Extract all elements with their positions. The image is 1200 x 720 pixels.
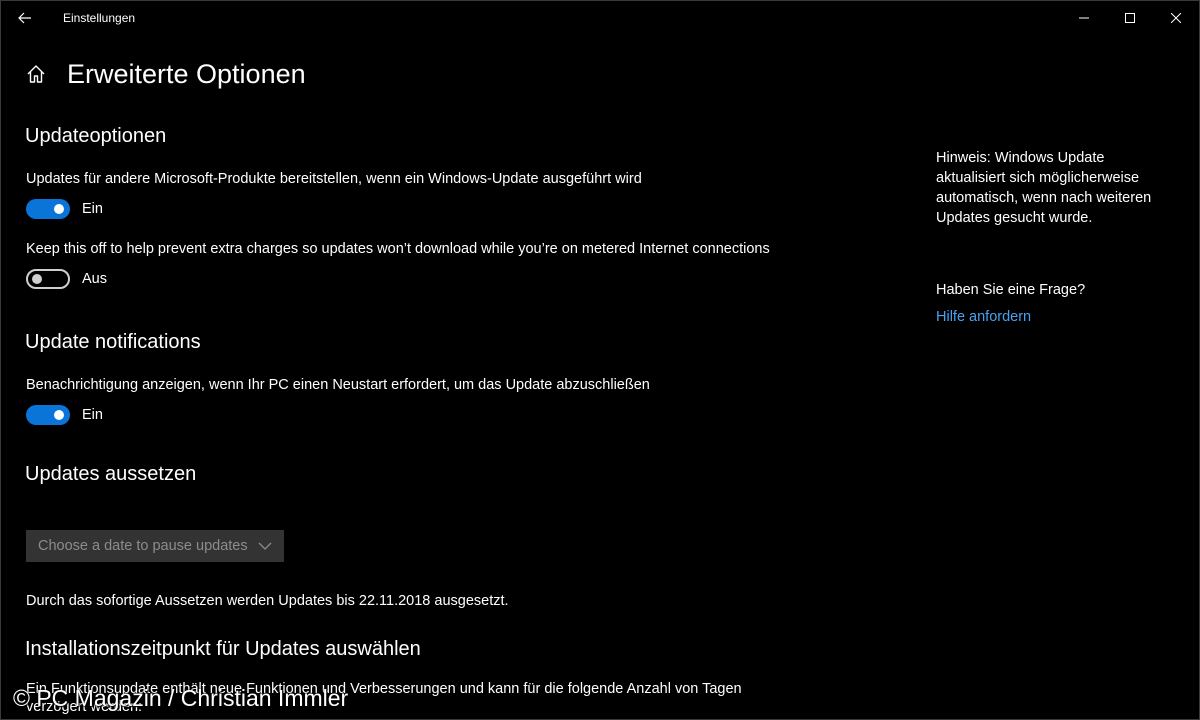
minimize-icon: [1079, 17, 1089, 19]
pause-date-dropdown[interactable]: Choose a date to pause updates: [26, 530, 284, 562]
section-heading-pause: Updates aussetzen: [25, 463, 197, 485]
section-heading-notifications: Update notifications: [25, 331, 201, 353]
title-bar: Einstellungen: [1, 1, 1199, 35]
dropdown-placeholder: Choose a date to pause updates: [38, 538, 248, 554]
toggle-state-restart-notice: Ein: [82, 407, 103, 423]
page-title: Erweiterte Optionen: [67, 59, 306, 89]
maximize-button[interactable]: [1107, 1, 1153, 35]
back-arrow-icon: [18, 12, 31, 24]
minimize-button[interactable]: [1061, 1, 1107, 35]
section-heading-install-time: Installationszeitpunkt für Updates auswä…: [25, 638, 421, 660]
help-link[interactable]: Hilfe anfordern: [936, 309, 1031, 325]
watermark: © PC Magazin / Christian Immler: [13, 685, 349, 711]
toggle-knob: [54, 204, 64, 214]
toggle-knob: [54, 410, 64, 420]
section-heading-update-options: Updateoptionen: [25, 125, 167, 147]
toggle-metered[interactable]: [26, 269, 70, 289]
toggle-state-other-products: Ein: [82, 201, 103, 217]
chevron-down-icon: [258, 542, 272, 550]
toggle-state-metered: Aus: [82, 271, 107, 287]
toggle-restart-notice[interactable]: [26, 405, 70, 425]
setting-label-other-products: Updates für andere Microsoft-Produkte be…: [26, 171, 642, 187]
home-icon[interactable]: [25, 63, 49, 87]
app-title: Einstellungen: [63, 11, 136, 25]
back-button[interactable]: [11, 5, 39, 31]
maximize-icon: [1125, 13, 1135, 23]
side-hint-text: Hinweis: Windows Update aktualisiert sic…: [936, 150, 1152, 226]
close-icon: [1171, 13, 1181, 23]
side-question: Haben Sie eine Frage?: [936, 282, 1086, 298]
pause-info-text: Durch das sofortige Aussetzen werden Upd…: [26, 593, 509, 609]
close-button[interactable]: [1153, 1, 1199, 35]
setting-label-metered: Keep this off to help prevent extra char…: [26, 241, 770, 257]
toggle-knob: [32, 274, 42, 284]
setting-label-restart-notice: Benachrichtigung anzeigen, wenn Ihr PC e…: [26, 377, 650, 393]
settings-window: Einstellungen Erweiterte Optionen Update…: [0, 0, 1200, 720]
toggle-other-products[interactable]: [26, 199, 70, 219]
